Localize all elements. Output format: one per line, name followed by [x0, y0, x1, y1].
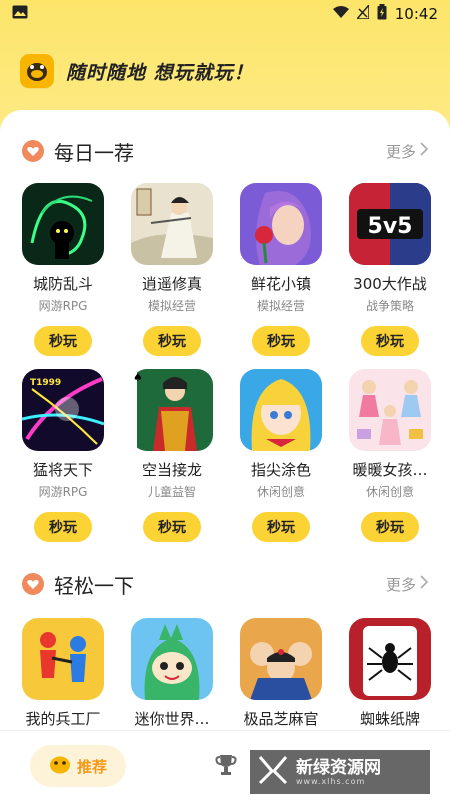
play-button[interactable]: 秒玩	[143, 326, 201, 356]
game-category: 模拟经营	[256, 299, 305, 313]
svg-text:♠: ♠	[133, 371, 143, 384]
green-monster-icon	[131, 618, 213, 700]
play-button[interactable]: 秒玩	[34, 326, 92, 356]
watermark-url: www.xlhs.com	[296, 776, 366, 786]
main-content: 每日一荐 更多 城防乱斗 网游RPG 秒玩 逍遥修真 模拟经营 秒玩 鲜花小镇 …	[0, 110, 450, 730]
tab-recommend[interactable]: 推荐	[30, 745, 126, 787]
play-button[interactable]: 秒玩	[252, 512, 310, 542]
no-sim-icon	[355, 2, 370, 23]
game-category: 休闲创意	[256, 485, 305, 499]
stickman-army-icon	[22, 618, 104, 700]
chevron-right-icon	[420, 575, 429, 593]
slogan-text: 随时随地 想玩就玩！	[66, 61, 254, 84]
watermark: 新绿资源网 www.xlhs.com	[250, 750, 430, 794]
gallery-icon	[12, 5, 28, 23]
wifi-icon	[332, 5, 349, 23]
game-name: 暖暖女孩…	[352, 461, 428, 479]
game-name: 300大作战	[353, 275, 427, 293]
game-name: 极品芝麻官	[243, 710, 319, 728]
game-card[interactable]: 城防乱斗 网游RPG 秒玩	[8, 183, 118, 356]
game-name: 城防乱斗	[32, 275, 93, 293]
section-header-relax: 轻松一下 更多	[0, 569, 450, 599]
game-card[interactable]: 蜘蛛纸牌	[335, 618, 445, 729]
game-card[interactable]: 极品芝麻官	[226, 618, 336, 729]
tab-ranking[interactable]	[214, 753, 238, 781]
slogan-banner: 随时随地 想玩就玩！	[20, 54, 254, 88]
game-card[interactable]: ♠ 空当接龙 儿童益智 秒玩	[117, 369, 227, 542]
game-card[interactable]: 我的兵工厂	[8, 618, 118, 729]
game-category: 休闲创意	[365, 485, 414, 499]
play-button[interactable]: 秒玩	[361, 326, 419, 356]
clock-time: 10:42	[394, 5, 438, 23]
more-link-daily[interactable]: 更多	[386, 141, 429, 162]
game-card[interactable]: 指尖涂色 休闲创意 秒玩	[226, 369, 336, 542]
watermark-text: 新绿资源网	[296, 757, 381, 778]
dress-up-icon	[349, 369, 431, 451]
play-button[interactable]: 秒玩	[252, 326, 310, 356]
section-title: 每日一荐	[54, 140, 134, 165]
chevron-right-icon	[420, 142, 429, 160]
game-card[interactable]: T1999 猛将天下 网游RPG 秒玩	[8, 369, 118, 542]
trophy-icon	[214, 755, 238, 781]
dragon-warrior-icon	[22, 183, 104, 265]
game-category: 儿童益智	[147, 485, 196, 499]
heart-icon	[22, 573, 44, 595]
spider-card-icon	[349, 618, 431, 700]
more-link-relax[interactable]: 更多	[386, 574, 429, 595]
game-card[interactable]: 逍遥修真 模拟经营 秒玩	[117, 183, 227, 356]
game-category: 战争策略	[365, 299, 414, 313]
neon-general-icon: T1999	[22, 369, 104, 451]
watermark-logo-icon	[258, 755, 288, 789]
section-title: 轻松一下	[54, 573, 134, 598]
app-logo-icon	[20, 54, 54, 88]
5v5-icon: 5v5	[349, 183, 431, 265]
svg-text:T1999: T1999	[30, 378, 61, 388]
officials-icon	[240, 618, 322, 700]
status-bar: 10:42	[0, 0, 450, 28]
game-card[interactable]: 5v5 300大作战 战争策略 秒玩	[335, 183, 445, 356]
game-name: 逍遥修真	[141, 275, 202, 293]
play-button[interactable]: 秒玩	[34, 512, 92, 542]
play-button[interactable]: 秒玩	[143, 512, 201, 542]
game-category: 网游RPG	[38, 299, 88, 313]
section-header-daily: 每日一荐 更多	[0, 136, 450, 166]
svg-text:5v5: 5v5	[368, 214, 413, 239]
game-card[interactable]: 迷你世界…	[117, 618, 227, 729]
play-button[interactable]: 秒玩	[361, 512, 419, 542]
flower-girl-icon	[240, 183, 322, 265]
game-name: 鲜花小镇	[250, 275, 311, 293]
cultivator-icon	[131, 183, 213, 265]
playing-card-icon: ♠	[131, 369, 213, 451]
game-category: 模拟经营	[147, 299, 196, 313]
anime-girl-icon	[240, 369, 322, 451]
game-card[interactable]: 暖暖女孩… 休闲创意 秒玩	[335, 369, 445, 542]
game-category: 网游RPG	[38, 485, 88, 499]
game-name: 蜘蛛纸牌	[359, 710, 420, 728]
heart-icon	[22, 140, 44, 162]
game-name: 指尖涂色	[250, 461, 311, 479]
recommend-icon	[49, 754, 71, 778]
battery-charging-icon	[377, 4, 387, 24]
game-name: 猛将天下	[32, 461, 93, 479]
tab-recommend-label: 推荐	[76, 757, 107, 776]
game-name: 迷你世界…	[134, 710, 210, 728]
game-name: 我的兵工厂	[25, 710, 101, 728]
game-card[interactable]: 鲜花小镇 模拟经营 秒玩	[226, 183, 336, 356]
game-name: 空当接龙	[141, 461, 202, 479]
